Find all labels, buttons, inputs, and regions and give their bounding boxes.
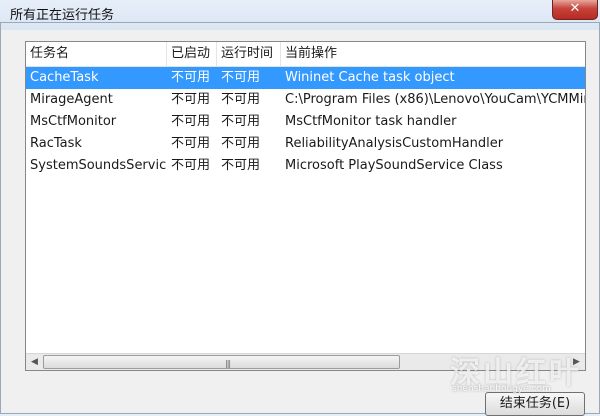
list-item[interactable]: RacTask 不可用 不可用 ReliabilityAnalysisCusto… xyxy=(26,133,585,155)
task-action: ReliabilityAnalysisCustomHandler xyxy=(285,136,504,151)
task-action: MsCtfMonitor task handler xyxy=(285,114,457,129)
task-runtime: 不可用 xyxy=(221,158,261,173)
scroll-right-arrow-icon[interactable]: ▶ xyxy=(568,354,585,370)
task-runtime: 不可用 xyxy=(221,114,261,129)
list-item[interactable]: MsCtfMonitor 不可用 不可用 MsCtfMonitor task h… xyxy=(26,111,585,133)
task-started: 不可用 xyxy=(171,70,211,85)
list-item[interactable]: CacheTask 不可用 不可用 Wininet Cache task obj… xyxy=(26,67,585,89)
task-name: MsCtfMonitor xyxy=(30,114,117,129)
task-started: 不可用 xyxy=(171,158,211,173)
scrollbar-thumb[interactable]: ||| xyxy=(43,355,400,369)
task-name: RacTask xyxy=(30,136,82,151)
task-list[interactable]: 任务名 已启动 运行时间 当前操作 CacheTask 不可用 不可用 Wini… xyxy=(25,41,586,371)
task-action: Wininet Cache task object xyxy=(285,70,455,85)
list-item[interactable]: SystemSoundsService 不可用 不可用 Microsoft Pl… xyxy=(26,155,585,177)
task-name: MirageAgent xyxy=(30,92,113,107)
dialog-title: 所有正在运行任务 xyxy=(10,8,115,23)
task-started: 不可用 xyxy=(171,92,211,107)
task-runtime: 不可用 xyxy=(221,136,261,151)
task-action: C:\Program Files (x86)\Lenovo\YouCam\YCM… xyxy=(285,92,585,107)
task-name: SystemSoundsService xyxy=(30,158,167,173)
grip-icon: ||| xyxy=(225,359,231,368)
task-started: 不可用 xyxy=(171,114,211,129)
horizontal-scrollbar[interactable]: ◀ ||| ▶ xyxy=(26,353,585,370)
task-runtime: 不可用 xyxy=(221,92,261,107)
close-button[interactable]: ✕ xyxy=(552,0,598,20)
list-header: 任务名 已启动 运行时间 当前操作 xyxy=(26,42,585,67)
task-name: CacheTask xyxy=(30,70,99,85)
column-header-started[interactable]: 已启动 xyxy=(167,42,217,66)
task-runtime: 不可用 xyxy=(221,70,261,85)
column-header-runtime[interactable]: 运行时间 xyxy=(217,42,281,66)
end-task-button[interactable]: 结束任务(E) xyxy=(485,392,585,416)
column-header-task-name[interactable]: 任务名 xyxy=(26,42,167,66)
task-action: Microsoft PlaySoundService Class xyxy=(285,158,503,173)
column-header-current-action[interactable]: 当前操作 xyxy=(281,42,585,66)
scroll-left-arrow-icon[interactable]: ◀ xyxy=(26,354,43,370)
task-started: 不可用 xyxy=(171,136,211,151)
list-item[interactable]: MirageAgent 不可用 不可用 C:\Program Files (x8… xyxy=(26,89,585,111)
